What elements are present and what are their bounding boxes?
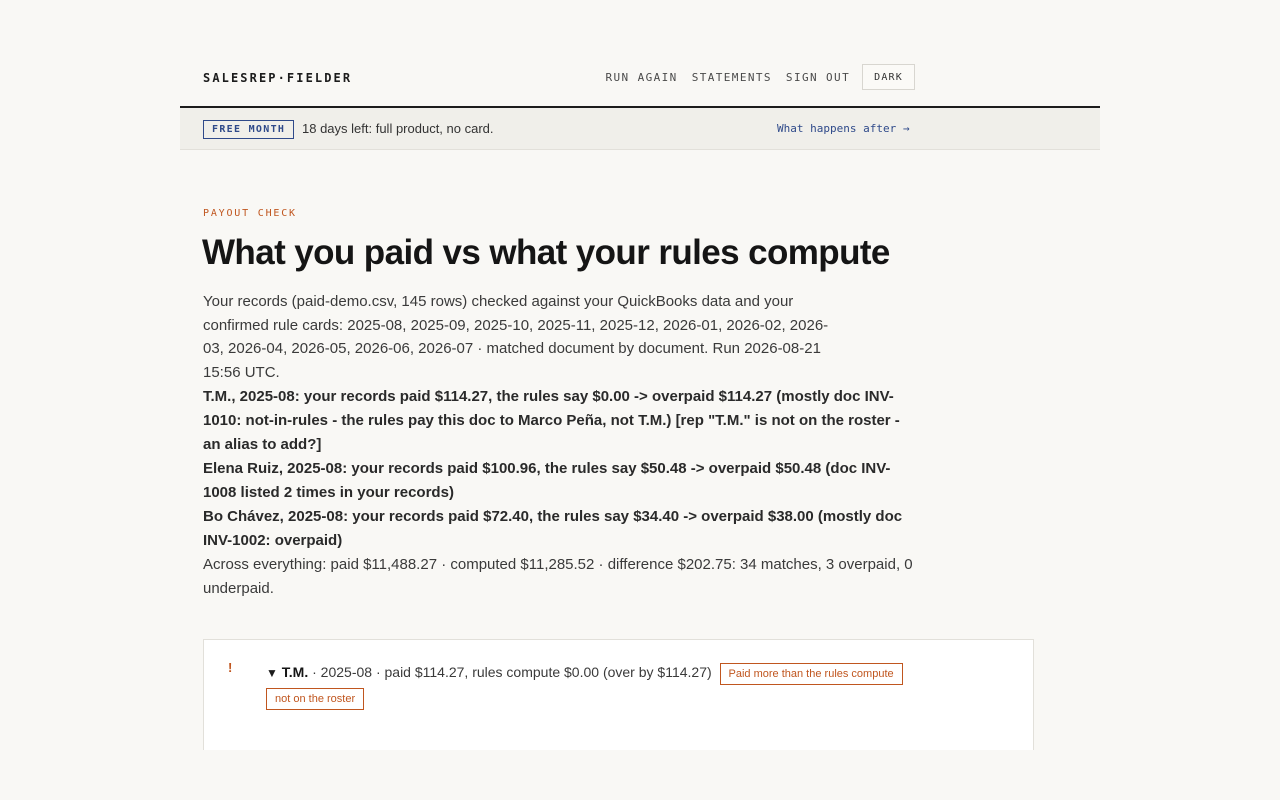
not-on-roster-tag: not on the roster <box>266 688 365 710</box>
nav-sign-out-link[interactable]: SIGN OUT <box>786 71 850 84</box>
discrepancy-row: ! ▼ T.M. · 2025-08 · paid $114.27, rules… <box>203 639 1034 750</box>
row-expand-toggle[interactable]: ▼ T.M. <box>266 664 308 680</box>
summary-intro: Your records (paid-demo.csv, 145 rows) c… <box>203 293 829 382</box>
payout-summary: Your records (paid-demo.csv, 145 rows) c… <box>203 290 915 601</box>
brand-logo[interactable]: SALESREP·FIELDER <box>203 71 352 85</box>
trial-text: 18 days left: full product, no card. <box>302 121 494 136</box>
overpaid-tag: Paid more than the rules compute <box>719 663 903 685</box>
section-eyebrow: PAYOUT CHECK <box>203 208 297 219</box>
trial-what-happens-link[interactable]: What happens after → <box>777 122 909 135</box>
caret-down-icon: ▼ <box>266 666 278 680</box>
top-nav: RUN AGAIN STATEMENTS SIGN OUT DARK <box>591 64 915 90</box>
top-header: SALESREP·FIELDER RUN AGAIN STATEMENTS SI… <box>180 0 1100 108</box>
page-title: What you paid vs what your rules compute <box>202 233 890 272</box>
nav-run-again-link[interactable]: RUN AGAIN <box>605 71 677 84</box>
finding-item: Elena Ruiz, 2025-08: your records paid $… <box>203 459 891 501</box>
trial-banner: FREE MONTH 18 days left: full product, n… <box>180 108 1100 150</box>
nav-statements-link[interactable]: STATEMENTS <box>692 71 772 84</box>
alert-icon: ! <box>228 660 233 675</box>
theme-toggle-button[interactable]: DARK <box>862 64 915 90</box>
summary-totals: Across everything: paid $11,488.27 · com… <box>203 555 913 597</box>
rep-name: T.M. <box>281 664 309 680</box>
finding-item: T.M., 2025-08: your records paid $114.27… <box>203 387 900 453</box>
trial-badge: FREE MONTH <box>203 120 295 139</box>
discrepancy-row-line: ▼ T.M. · 2025-08 · paid $114.27, rules c… <box>266 660 1006 710</box>
finding-item: Bo Chávez, 2025-08: your records paid $7… <box>203 507 903 549</box>
row-detail: · 2025-08 · paid $114.27, rules compute … <box>308 664 712 680</box>
